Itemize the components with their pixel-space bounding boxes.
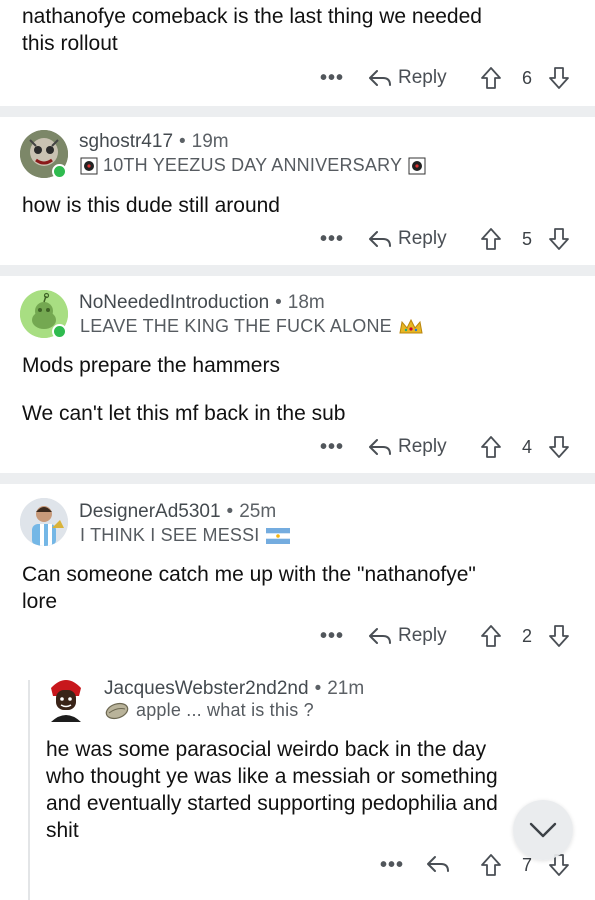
vote-count: 7 [522,855,533,875]
comment-body-line: Can someone catch me up with the "nathan… [22,563,476,586]
downvote-icon[interactable] [548,227,570,251]
reply-button[interactable]: Reply [368,67,447,89]
yeezus-cd-icon [408,157,426,174]
online-indicator [52,324,67,339]
oyster-icon [105,702,129,719]
comment-body: Can someone catch me up with the "nathan… [22,561,476,615]
comment-body: he was some parasocial weirdo back in th… [46,736,498,844]
scroll-down-button[interactable] [513,800,573,860]
more-options-icon[interactable]: ••• [320,436,344,459]
vote-count: 6 [522,68,533,88]
argentina-flag-icon [265,527,290,544]
comment-0: nathanofye comeback is the last thing we… [0,0,595,105]
comment-divider [0,473,595,484]
reply-arrow-icon [369,70,391,86]
comment-body-line: nathanofye comeback is the last thing we… [22,5,482,28]
user-flair: LEAVE THE KING THE FUCK ALONE [80,316,424,337]
chevron-down-icon [529,822,557,838]
flair-text: I THINK I SEE MESSI [80,525,260,545]
comment-meta: NoNeededIntroduction • 18m [79,292,325,314]
comment-meta: DesignerAd5301 • 25m [79,501,276,523]
vote-count: 4 [522,437,533,457]
comment-body: how is this dude still around [22,192,280,219]
reply-arrow-icon [369,628,391,644]
online-indicator [52,164,67,179]
reply-label: Reply [398,436,447,457]
comment-1: sghostr417 • 19m 10TH YEEZUS DAY ANNIVER… [0,117,595,265]
more-options-icon[interactable]: ••• [320,67,344,90]
reply-label: Reply [398,228,447,249]
comment-body: Mods prepare the hammers We can't let th… [22,352,345,427]
comment-body-line: We can't let this mf back in the sub [22,402,346,425]
downvote-icon[interactable] [548,435,570,459]
upvote-icon[interactable] [480,853,502,877]
comment-age: 25m [239,501,277,522]
vote-count: 2 [522,626,533,646]
comment-divider [0,106,595,117]
user-flair: I THINK I SEE MESSI [80,525,290,546]
upvote-icon[interactable] [480,227,502,251]
yeezus-cd-icon [80,157,98,174]
reply-arrow-icon [369,231,391,247]
upvote-icon[interactable] [480,435,502,459]
comment-divider [0,265,595,276]
separator-dot: • [179,131,186,152]
reply-button[interactable]: Reply [368,436,447,458]
reply-arrow-icon [369,439,391,455]
upvote-icon[interactable] [480,66,502,90]
comment-actions: ••• Reply 5 [320,224,580,254]
user-flair: 10TH YEEZUS DAY ANNIVERSARY [80,155,426,176]
downvote-icon[interactable] [548,66,570,90]
comment-body-line: how is this dude still around [22,194,280,217]
comment-body: nathanofye comeback is the last thing we… [22,3,482,57]
flair-text: apple ... what is this ? [136,700,314,720]
comment-body-line: who thought ye was like a messiah or som… [46,765,498,788]
flair-text: 10TH YEEZUS DAY ANNIVERSARY [103,155,403,175]
comment-3: DesignerAd5301 • 25m I THINK I SEE MESSI… [0,484,595,664]
username[interactable]: JacquesWebster2nd2nd [104,678,309,700]
upvote-icon[interactable] [480,624,502,648]
downvote-icon[interactable] [548,624,570,648]
separator-dot: • [226,501,234,522]
comment-actions: ••• Reply 6 [320,63,580,93]
reply-label: Reply [398,67,447,88]
reply-arrow-icon[interactable] [426,854,450,874]
crown-icon [399,318,423,333]
comment-meta: JacquesWebster2nd2nd • 21m [104,678,364,700]
username[interactable]: sghostr417 [79,131,173,153]
separator-dot: • [275,292,282,313]
comment-age: 18m [287,292,325,313]
avatar[interactable] [45,674,87,722]
comment-4-reply: JacquesWebster2nd2nd • 21m apple ... wha… [0,664,595,900]
avatar[interactable] [20,498,68,546]
more-options-icon[interactable]: ••• [320,625,344,648]
username[interactable]: NoNeededIntroduction [79,292,269,314]
comment-actions: ••• Reply 2 [320,621,580,651]
comment-age: 21m [327,678,365,699]
comment-actions: ••• Reply 4 [320,432,580,462]
reply-button[interactable]: Reply [368,625,447,647]
comment-body-line: lore [22,590,58,613]
comment-body-line: shit [46,819,79,842]
separator-dot: • [314,678,322,699]
reply-label: Reply [398,625,447,646]
user-flair: apple ... what is this ? [104,700,314,721]
comment-body-line: Mods prepare the hammers [22,354,280,377]
comment-body-line: this rollout [22,32,118,55]
comment-age: 19m [191,131,229,152]
comment-body-line: he was some parasocial weirdo back in th… [46,738,487,761]
flair-text: LEAVE THE KING THE FUCK ALONE [80,316,392,336]
username[interactable]: DesignerAd5301 [79,501,221,523]
more-options-icon[interactable]: ••• [380,854,404,877]
reply-button[interactable]: Reply [368,228,447,250]
comment-body-line: and eventually started supporting pedoph… [46,792,498,815]
vote-count: 5 [522,229,533,249]
more-options-icon[interactable]: ••• [320,228,344,251]
comment-meta: sghostr417 • 19m [79,131,229,153]
comment-2: NoNeededIntroduction • 18m LEAVE THE KIN… [0,276,595,472]
